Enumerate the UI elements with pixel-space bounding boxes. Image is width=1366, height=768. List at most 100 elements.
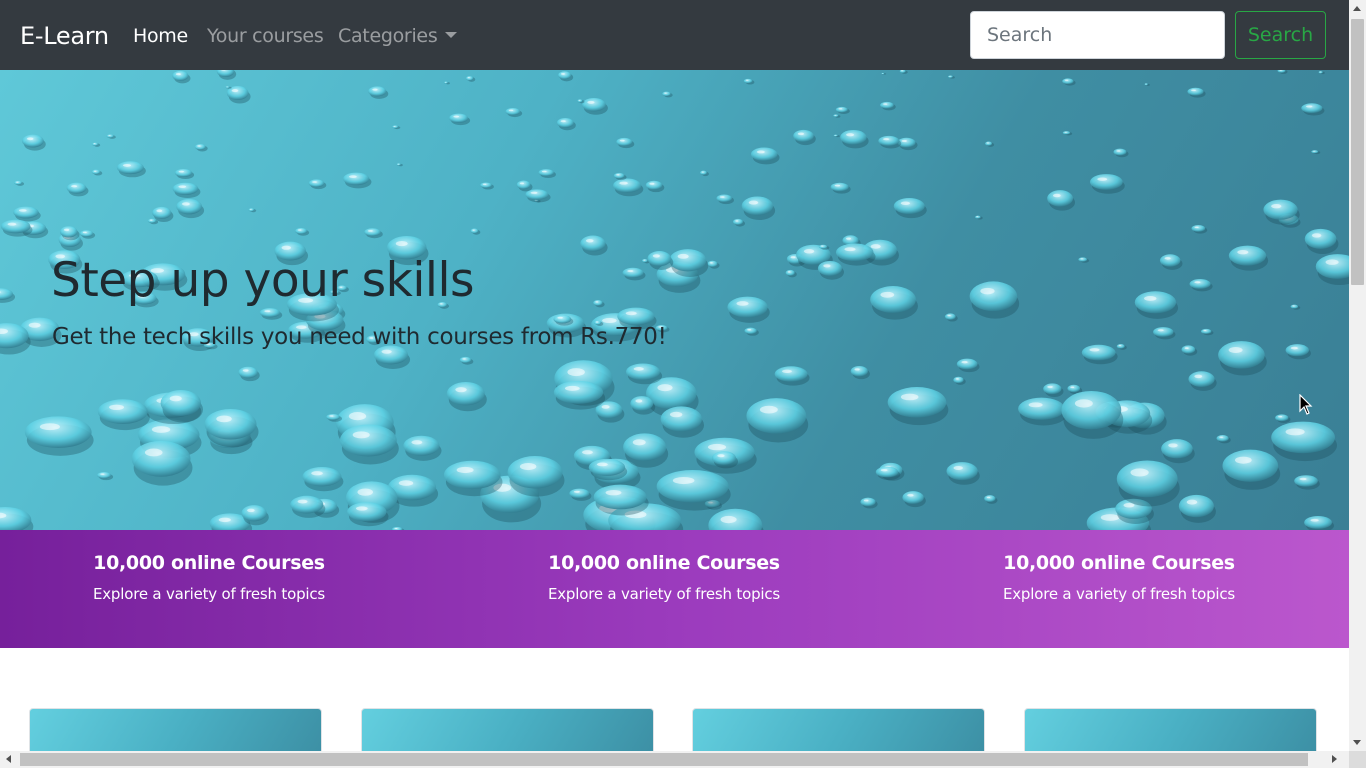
course-card-image[interactable]: [29, 708, 322, 751]
water-drop: [835, 243, 874, 262]
water-drop-highlight: [854, 368, 860, 371]
water-drop-highlight: [367, 229, 373, 232]
water-drop-highlight: [122, 163, 132, 167]
water-drop: [1159, 254, 1181, 267]
water-drop-highlight: [564, 385, 580, 391]
water-drop: [1067, 384, 1081, 393]
water-drop: [290, 495, 324, 514]
water-drop: [449, 113, 469, 123]
water-drop: [835, 106, 848, 113]
scroll-up-arrow-icon[interactable]: [1353, 6, 1361, 11]
water-drop-highlight: [980, 287, 995, 295]
water-drop: [732, 218, 744, 226]
water-drop: [1285, 344, 1309, 357]
water-drop: [1263, 199, 1298, 220]
water-drop: [444, 81, 448, 84]
water-drop-highlight: [393, 126, 396, 127]
brand-logo[interactable]: E-Learn: [20, 20, 109, 52]
water-drop: [623, 433, 667, 461]
water-drop-highlight: [1184, 347, 1189, 349]
water-drop: [630, 396, 654, 411]
water-drop: [699, 170, 707, 175]
water-drop-highlight: [573, 490, 580, 493]
water-drop: [91, 169, 101, 175]
water-drop: [870, 286, 916, 313]
water-drop-highlight: [557, 316, 563, 319]
water-drop: [953, 376, 964, 384]
water-drop: [79, 230, 94, 238]
nav-your-courses-link[interactable]: Your courses: [207, 22, 324, 50]
water-drop: [22, 134, 44, 148]
water-drop: [13, 206, 39, 219]
water-drop-highlight: [616, 174, 620, 176]
water-drop: [875, 466, 899, 478]
course-card-image[interactable]: [1024, 708, 1317, 751]
horizontal-scrollbar-thumb[interactable]: [20, 753, 1308, 766]
water-drop: [1018, 397, 1065, 420]
water-drop-highlight: [619, 181, 628, 185]
water-drop-highlight: [601, 405, 610, 409]
water-drop: [975, 215, 981, 219]
water-drop-highlight: [863, 499, 869, 502]
water-drop: [744, 327, 757, 335]
water-drop-highlight: [1164, 256, 1171, 260]
vertical-scrollbar-thumb[interactable]: [1351, 19, 1364, 285]
water-drop: [817, 260, 842, 276]
horizontal-scrollbar[interactable]: [0, 751, 1349, 768]
water-drop: [1275, 414, 1289, 422]
nav-categories-dropdown[interactable]: Categories: [338, 22, 458, 50]
water-drop: [392, 125, 399, 129]
water-drop: [1113, 148, 1127, 156]
water-drop: [238, 366, 258, 379]
water-drop-highlight: [26, 137, 34, 141]
water-drop: [160, 390, 202, 417]
water-drop-highlight: [949, 76, 951, 77]
water-drop: [1061, 390, 1122, 430]
nav-home-link[interactable]: Home: [133, 22, 188, 50]
water-drop-highlight: [619, 139, 625, 142]
scroll-right-arrow-icon[interactable]: [1332, 755, 1337, 763]
water-drop-highlight: [1157, 329, 1164, 332]
water-drop: [612, 178, 642, 193]
water-drop: [131, 440, 191, 477]
water-drop-highlight: [747, 329, 751, 331]
water-drop-highlight: [1130, 468, 1149, 477]
water-drop-highlight: [372, 88, 378, 91]
course-card-image[interactable]: [692, 708, 985, 751]
water-drop: [525, 189, 549, 200]
water-drop-highlight: [844, 247, 856, 252]
water-drop: [470, 228, 479, 234]
water-drop: [1304, 516, 1333, 529]
search-input[interactable]: [970, 11, 1225, 59]
scroll-down-arrow-icon[interactable]: [1353, 740, 1361, 745]
water-drop-highlight: [149, 219, 153, 221]
water-drop-highlight: [561, 73, 565, 75]
water-drop-highlight: [605, 489, 622, 496]
water-drop-highlight: [472, 229, 475, 231]
water-drop: [1062, 78, 1074, 85]
water-drop-highlight: [297, 229, 302, 231]
scrollbar-corner: [1349, 751, 1366, 768]
water-drop-highlight: [947, 314, 951, 317]
water-drop-highlight: [18, 209, 27, 212]
water-drop-highlight: [717, 454, 725, 458]
vertical-scrollbar[interactable]: [1349, 0, 1366, 751]
search-button[interactable]: Search: [1235, 11, 1326, 59]
water-drop: [656, 469, 729, 503]
water-drop: [577, 99, 583, 103]
water-drop: [1191, 225, 1206, 232]
water-drop-highlight: [247, 508, 255, 513]
water-drop-highlight: [567, 368, 585, 377]
water-drop: [860, 497, 876, 507]
water-drop-highlight: [900, 393, 919, 401]
water-drop-highlight: [1299, 477, 1307, 481]
course-card-image[interactable]: [361, 708, 654, 751]
water-drop-highlight: [585, 238, 594, 243]
water-drop-highlight: [1194, 374, 1203, 379]
water-drop-highlight: [587, 100, 595, 104]
scroll-left-arrow-icon[interactable]: [6, 755, 11, 763]
water-drop-highlight: [216, 415, 232, 423]
water-drop-highlight: [719, 196, 725, 198]
water-drop-highlight: [1285, 428, 1305, 436]
water-drop-highlight: [1074, 399, 1093, 408]
